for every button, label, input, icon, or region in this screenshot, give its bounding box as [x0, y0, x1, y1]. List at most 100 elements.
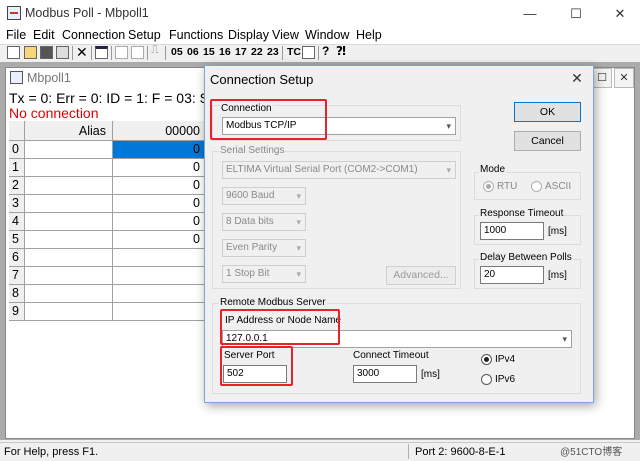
mdi-title: Mbpoll1: [27, 71, 71, 85]
value-cell[interactable]: [113, 267, 205, 285]
baud-value: 9600 Baud: [226, 190, 275, 201]
fc-16-button[interactable]: 16: [219, 46, 231, 58]
data-bits-select[interactable]: 8 Data bits ▾: [222, 213, 306, 231]
menu-help[interactable]: Help: [356, 28, 382, 42]
menu-functions[interactable]: Functions: [169, 28, 223, 42]
value-cell[interactable]: 0: [113, 159, 205, 177]
row-number[interactable]: 7: [9, 267, 25, 285]
status-divider: [408, 444, 409, 459]
stop-bits-select[interactable]: 1 Stop Bit ▾: [222, 265, 306, 283]
menu-file[interactable]: File: [6, 28, 26, 42]
toolbar-separator: [91, 46, 92, 60]
connect-timeout-input[interactable]: 3000: [353, 365, 417, 383]
close-button[interactable]: ✕: [598, 0, 640, 27]
ipv4-radio[interactable]: [481, 354, 492, 365]
value-cell[interactable]: 0: [113, 195, 205, 213]
response-timeout-label: Response Timeout: [479, 208, 565, 219]
response-timeout-input[interactable]: 1000: [480, 222, 544, 240]
ipv6-radio[interactable]: [481, 374, 492, 385]
fc-23-button[interactable]: 23: [267, 46, 279, 58]
ok-button[interactable]: OK: [514, 102, 581, 122]
mode-ascii-radio[interactable]: [531, 181, 542, 192]
baud-select[interactable]: 9600 Baud ▾: [222, 187, 306, 205]
alias-cell[interactable]: [25, 159, 113, 177]
alias-cell[interactable]: [25, 303, 113, 321]
row-number[interactable]: 8: [9, 285, 25, 303]
chevron-down-icon: ▾: [296, 269, 301, 279]
context-help-icon[interactable]: ⁈: [336, 44, 346, 58]
alias-cell[interactable]: [25, 141, 113, 159]
fc-17-button[interactable]: 17: [235, 46, 247, 58]
open-folder-icon[interactable]: [24, 46, 37, 59]
menu-display[interactable]: Display: [228, 28, 269, 42]
advanced-button[interactable]: Advanced...: [386, 266, 456, 285]
chevron-down-icon: ▾: [296, 217, 301, 227]
help-icon[interactable]: ?: [322, 44, 329, 58]
serial-port-select[interactable]: ELTIMA Virtual Serial Port (COM2->COM1) …: [222, 161, 456, 179]
alias-cell[interactable]: [25, 231, 113, 249]
menu-edit[interactable]: Edit: [33, 28, 55, 42]
mode-ascii-label: ASCII: [545, 181, 572, 192]
row-number[interactable]: 1: [9, 159, 25, 177]
delay-unit: [ms]: [548, 270, 567, 281]
row-number[interactable]: 6: [9, 249, 25, 267]
delay-input[interactable]: 20: [480, 266, 544, 284]
toolbar-separator: [318, 46, 319, 60]
value-cell[interactable]: 0: [113, 141, 205, 159]
value-cell[interactable]: [113, 285, 205, 303]
chevron-down-icon: ▾: [296, 191, 301, 201]
delete-x-icon[interactable]: ✕: [76, 44, 88, 61]
alias-cell[interactable]: [25, 267, 113, 285]
mdi-maximize-button[interactable]: ☐: [592, 68, 612, 88]
dialog-close-button[interactable]: ✕: [568, 69, 586, 87]
fc-22-button[interactable]: 22: [251, 46, 263, 58]
response-timeout-unit: [ms]: [548, 226, 567, 237]
menu-window[interactable]: Window: [305, 28, 349, 42]
parity-select[interactable]: Even Parity ▾: [222, 239, 306, 257]
alias-cell[interactable]: [25, 195, 113, 213]
row-number[interactable]: 3: [9, 195, 25, 213]
watermark: @51CTO博客: [560, 447, 623, 458]
new-icon[interactable]: [7, 46, 20, 59]
column-header-address[interactable]: 00000: [113, 121, 205, 141]
value-cell[interactable]: [113, 303, 205, 321]
value-cell[interactable]: 0: [113, 177, 205, 195]
row-number[interactable]: 2: [9, 177, 25, 195]
alias-cell[interactable]: [25, 249, 113, 267]
row-number[interactable]: 4: [9, 213, 25, 231]
value-cell[interactable]: 0: [113, 213, 205, 231]
minimize-button[interactable]: —: [508, 0, 552, 27]
cancel-button[interactable]: Cancel: [514, 131, 581, 151]
print-icon[interactable]: [56, 46, 69, 59]
poll-status-line: Tx = 0: Err = 0: ID = 1: F = 03: SR =: [9, 90, 232, 106]
edit-icon[interactable]: [302, 46, 315, 59]
mdi-close-button[interactable]: ✕: [614, 68, 634, 88]
alias-cell[interactable]: [25, 213, 113, 231]
fc-15-button[interactable]: 15: [203, 46, 215, 58]
value-cell[interactable]: 0: [113, 231, 205, 249]
stop-bits-value: 1 Stop Bit: [226, 268, 270, 279]
read-icon[interactable]: [115, 46, 128, 59]
fc-06-button[interactable]: 06: [187, 46, 199, 58]
menu-view[interactable]: View: [272, 28, 299, 42]
toolbar-separator: [165, 46, 166, 60]
window-icon[interactable]: [95, 46, 108, 59]
save-icon[interactable]: [40, 46, 53, 59]
fc-05-button[interactable]: 05: [171, 46, 183, 58]
row-number[interactable]: 0: [9, 141, 25, 159]
maximize-button[interactable]: ☐: [554, 0, 598, 27]
mode-rtu-radio[interactable]: [483, 181, 494, 192]
connection-status: No connection: [9, 105, 99, 121]
alias-cell[interactable]: [25, 177, 113, 195]
menu-setup[interactable]: Setup: [128, 28, 161, 42]
delay-label: Delay Between Polls: [479, 252, 573, 263]
pulse-icon[interactable]: ⎍: [151, 44, 159, 57]
row-number[interactable]: 5: [9, 231, 25, 249]
tc-button[interactable]: TC: [287, 46, 301, 58]
column-header-alias[interactable]: Alias: [25, 121, 113, 141]
row-number[interactable]: 9: [9, 303, 25, 321]
value-cell[interactable]: [113, 249, 205, 267]
display-icon[interactable]: [131, 46, 144, 59]
alias-cell[interactable]: [25, 285, 113, 303]
menu-connection[interactable]: Connection: [62, 28, 125, 42]
